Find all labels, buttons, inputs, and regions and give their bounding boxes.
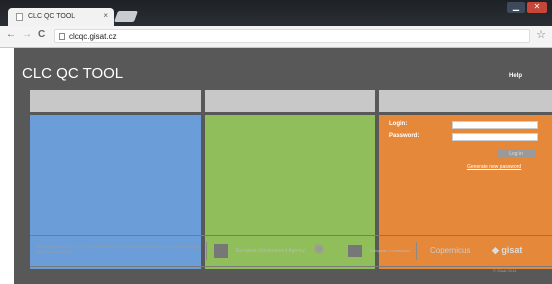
footer-separator xyxy=(206,242,207,260)
address-bar[interactable]: clcqc.gisat.cz xyxy=(54,29,530,43)
bookmark-star-icon[interactable]: ☆ xyxy=(536,28,546,41)
top-bar-right xyxy=(379,90,552,112)
login-input[interactable] xyxy=(452,121,538,129)
back-button[interactable]: ← xyxy=(6,29,16,40)
eu-star-icon: ✺ xyxy=(313,241,325,257)
copernicus-logo: Copernicus xyxy=(430,246,471,255)
footer-note: Developed by GISAT s.r.o. under framewor… xyxy=(36,244,201,254)
tab-title: CLC QC TOOL xyxy=(28,13,76,20)
page-title: CLC QC TOOL xyxy=(22,65,124,82)
footer-separator xyxy=(416,242,417,260)
page-icon xyxy=(59,33,65,40)
page-viewport: CLC QC TOOL Help Login: Password: Log in… xyxy=(0,48,552,284)
login-label: Login: xyxy=(389,121,408,127)
password-label: Password: xyxy=(389,133,420,139)
browser-tab[interactable]: CLC QC TOOL × xyxy=(8,8,114,26)
login-button[interactable]: Log in xyxy=(497,149,535,158)
top-bar-center xyxy=(205,90,375,112)
close-window-button[interactable]: ✕ xyxy=(527,2,547,13)
building-icon xyxy=(348,245,362,257)
copyright: © Gisat 2014 xyxy=(493,268,517,273)
eea-logo: European Environment Agency xyxy=(236,248,305,254)
help-link[interactable]: Help xyxy=(509,73,522,79)
footer: Developed by GISAT s.r.o. under framewor… xyxy=(30,235,552,267)
top-bar-left xyxy=(30,90,201,112)
browser-titlebar: CLC QC TOOL × ▁ ✕ xyxy=(0,0,552,26)
reload-button[interactable]: C xyxy=(38,29,45,40)
new-tab-button[interactable] xyxy=(113,11,139,22)
password-input[interactable] xyxy=(452,133,538,141)
close-tab-icon[interactable]: × xyxy=(103,11,108,20)
forward-button[interactable]: → xyxy=(22,29,32,40)
generate-password-link[interactable]: Generate new password xyxy=(467,164,521,170)
gisat-logo-text: gisat xyxy=(501,245,523,255)
page-icon xyxy=(16,13,23,21)
minimize-button[interactable]: ▁ xyxy=(507,2,525,13)
url-text: clcqc.gisat.cz xyxy=(69,32,117,41)
side-strip xyxy=(0,48,14,284)
gisat-logo: ◆ gisat xyxy=(492,245,523,255)
commission-logo: European Commission xyxy=(370,248,411,253)
browser-toolbar: ← → C clcqc.gisat.cz ☆ xyxy=(0,26,552,48)
eea-emblem-icon xyxy=(214,244,228,258)
